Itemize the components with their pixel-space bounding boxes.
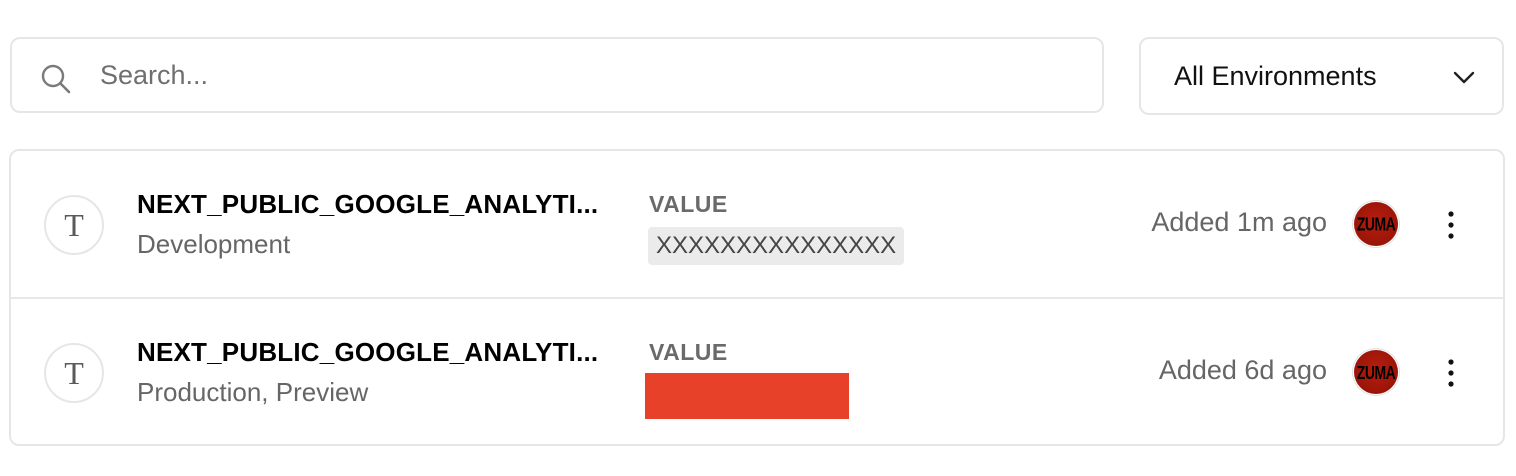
value-label: VALUE [649, 339, 728, 365]
variable-environments: Development [137, 229, 291, 259]
redacted-value [645, 373, 849, 419]
value-label: VALUE [649, 191, 728, 217]
more-options-icon[interactable] [1439, 209, 1463, 241]
avatar-text: ZUMA [1356, 213, 1396, 235]
search-input[interactable] [100, 49, 1080, 101]
added-timestamp: Added 1m ago [1151, 207, 1327, 237]
search-box[interactable] [10, 37, 1104, 113]
chevron-down-icon [1453, 71, 1475, 84]
variable-environments: Production, Preview [137, 377, 369, 407]
environment-select[interactable]: All Environments [1139, 37, 1504, 115]
list-item[interactable]: T NEXT_PUBLIC_GOOGLE_ANALYTI... Developm… [11, 151, 1503, 299]
avatar: ZUMA [1354, 350, 1398, 394]
avatar: ZUMA [1354, 202, 1398, 246]
avatar-text: ZUMA [1356, 361, 1396, 383]
variable-name[interactable]: NEXT_PUBLIC_GOOGLE_ANALYTI... [137, 189, 598, 220]
added-timestamp: Added 6d ago [1158, 355, 1327, 385]
search-icon [41, 64, 71, 94]
list-item[interactable]: T NEXT_PUBLIC_GOOGLE_ANALYTI... Producti… [11, 299, 1503, 444]
variable-value[interactable]: XXXXXXXXXXXXXXX [648, 227, 905, 265]
environment-variables-list: T NEXT_PUBLIC_GOOGLE_ANALYTI... Developm… [9, 149, 1505, 446]
environment-select-label: All Environments [1174, 61, 1377, 91]
text-type-icon: T [44, 195, 104, 255]
variable-name[interactable]: NEXT_PUBLIC_GOOGLE_ANALYTI... [137, 337, 598, 368]
text-type-icon: T [44, 343, 104, 403]
more-options-icon[interactable] [1439, 357, 1463, 389]
